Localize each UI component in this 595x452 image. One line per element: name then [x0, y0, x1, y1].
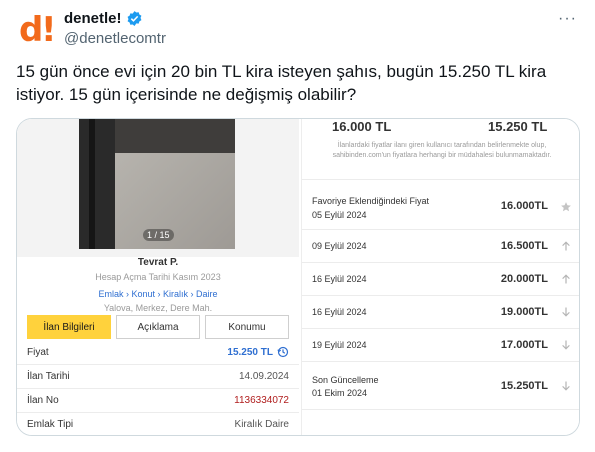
star-icon[interactable] — [560, 201, 572, 213]
breadcrumb[interactable]: Emlak › Konut › Kiralık › Daire — [17, 289, 299, 299]
history-label: 09 Eylül 2024 — [312, 241, 367, 251]
history-label: 16 Eylül 2024 — [312, 274, 367, 284]
detail-price-value: 15.250 TL — [227, 347, 273, 358]
history-row: 09 Eylül 2024 16.500TL — [302, 230, 579, 263]
tab-ilan-bilgileri[interactable]: İlan Bilgileri — [27, 315, 111, 339]
history-label: Favoriye Eklendiğindeki Fiyat — [312, 196, 430, 206]
logo-mark: ! — [41, 10, 57, 50]
history-label: 19 Eylül 2024 — [312, 340, 367, 350]
avatar[interactable]: d ! — [16, 10, 57, 50]
history-amount: 15.250TL — [500, 380, 548, 392]
new-price: 15.250 TL — [488, 119, 548, 134]
account-handle[interactable]: @denetlecomtr — [64, 30, 166, 47]
price-summary: 16.000 TL 15.250 TL İlanlardaki fiyatlar… — [302, 119, 579, 171]
more-options-icon[interactable]: ··· — [558, 10, 577, 28]
detail-value: 1136334072 — [234, 395, 289, 406]
arrow-up-icon — [562, 241, 570, 251]
tab-konumu[interactable]: Konumu — [205, 315, 289, 339]
history-row: Favoriye Eklendiğindeki Fiyat 05 Eylül 2… — [302, 180, 579, 230]
old-price: 16.000 TL — [332, 119, 392, 134]
detail-key: İlan Tarihi — [27, 371, 70, 382]
price-disclaimer: İlanlardaki fiyatlar ilanı giren kullanı… — [332, 142, 552, 159]
account-since: Hesap Açma Tarihi Kasım 2023 — [95, 272, 221, 282]
listing-details: Fiyat 15.250 TL İlan Tarihi 14.09.2024 İ… — [17, 341, 299, 435]
history-label: 16 Eylül 2024 — [312, 307, 367, 317]
detail-key: İlan No — [27, 395, 59, 406]
history-row: 19 Eylül 2024 17.000TL — [302, 329, 579, 362]
verified-badge-icon — [127, 11, 141, 26]
detail-key: Emlak Tipi — [27, 419, 74, 430]
photo-window — [115, 119, 235, 155]
detail-value: 14.09.2024 — [238, 371, 289, 382]
tweet-text: 15 gün önce evi için 20 bin TL kira iste… — [16, 62, 547, 104]
photo-post — [89, 119, 95, 249]
history-amount: 19.000TL — [500, 306, 548, 318]
arrow-down-icon — [562, 340, 570, 350]
tweet-header: d ! denetle! @denetlecomtr ··· — [16, 8, 579, 50]
listing-location: Yalova, Merkez, Dere Mah. — [103, 303, 213, 313]
tweet-media[interactable]: 1 / 15 Tevrat P. Hesap Açma Tarihi Kasım… — [16, 118, 580, 436]
logo-letter: d — [19, 10, 44, 50]
history-date: 05 Eylül 2024 — [312, 210, 367, 220]
detail-row-price: Fiyat 15.250 TL — [17, 341, 299, 365]
arrow-down-icon — [562, 307, 570, 317]
owner-name: Tevrat P. — [137, 257, 179, 268]
tab-aciklama[interactable]: Açıklama — [116, 315, 200, 339]
listing-panel: 1 / 15 Tevrat P. Hesap Açma Tarihi Kasım… — [17, 119, 299, 435]
photo-counter: 1 / 15 — [143, 229, 174, 241]
history-row: 16 Eylül 2024 19.000TL — [302, 296, 579, 329]
detail-row-date: İlan Tarihi 14.09.2024 — [17, 365, 299, 389]
history-row: 16 Eylül 2024 20.000TL — [302, 263, 579, 296]
arrow-up-icon — [562, 274, 570, 284]
listing-tabs: İlan Bilgileri Açıklama Konumu — [27, 315, 289, 339]
detail-row-type: Emlak Tipi Kiralık Daire — [17, 413, 299, 435]
photo-railing — [79, 119, 115, 249]
history-date: 01 Ekim 2024 — [312, 388, 368, 398]
price-history-panel: 16.000 TL 15.250 TL İlanlardaki fiyatlar… — [301, 119, 579, 435]
history-label: Son Güncelleme — [312, 375, 379, 385]
detail-value: Kiralık Daire — [234, 419, 289, 430]
history-amount: 16.500TL — [500, 240, 548, 252]
history-amount: 16.000TL — [500, 200, 548, 212]
detail-row-id: İlan No 1136334072 — [17, 389, 299, 413]
history-amount: 20.000TL — [500, 273, 548, 285]
name-row: denetle! — [64, 10, 143, 27]
display-name[interactable]: denetle! — [64, 10, 122, 27]
detail-key: Fiyat — [27, 347, 49, 358]
price-history-icon[interactable] — [277, 346, 289, 358]
arrow-down-icon — [562, 381, 570, 391]
history-amount: 17.000TL — [500, 339, 548, 351]
history-row: Son Güncelleme 01 Ekim 2024 15.250TL — [302, 362, 579, 410]
